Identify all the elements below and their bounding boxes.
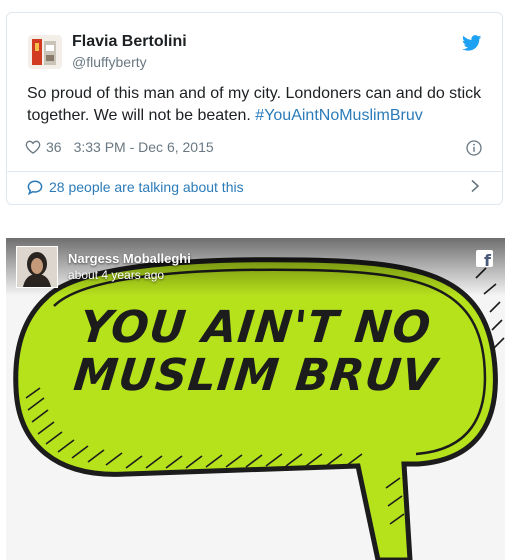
graphic-line-1: YOU AIN'T NO <box>77 302 434 353</box>
author-name[interactable]: Nargess Moballeghi <box>68 251 191 266</box>
author-avatar[interactable] <box>16 246 58 288</box>
user-handle[interactable]: @fluffyberty <box>72 54 147 70</box>
tweet-card: Flavia Bertolini @fluffyberty So proud o… <box>6 12 503 205</box>
like-count[interactable]: 36 <box>46 139 62 155</box>
twitter-bird-icon[interactable] <box>462 35 482 51</box>
heart-icon[interactable] <box>25 140 41 154</box>
tweet-timestamp[interactable]: 3:33 PM - Dec 6, 2015 <box>74 139 214 155</box>
facebook-icon[interactable]: f <box>476 250 493 267</box>
hashtag-link[interactable]: #YouAintNoMuslimBruv <box>255 107 422 124</box>
speech-bubble-icon <box>27 179 43 195</box>
post-time[interactable]: about 4 years ago <box>68 268 164 282</box>
talking-about-link[interactable]: 28 people are talking about this <box>27 177 482 197</box>
tweet-text: So proud of this man and of my city. Lon… <box>27 83 487 127</box>
avatar[interactable] <box>28 35 62 69</box>
graphic-line-2: MUSLIM BRUV <box>71 350 440 401</box>
info-icon[interactable] <box>466 140 482 156</box>
tweet-meta: 36 3:33 PM - Dec 6, 2015 <box>25 139 214 155</box>
media-header-overlay <box>6 238 505 296</box>
display-name[interactable]: Flavia Bertolini <box>72 33 187 51</box>
facebook-media-card[interactable]: YOU AIN'T NO MUSLIM BRUV Nargess Moballe… <box>6 238 505 560</box>
chevron-right-icon <box>471 179 480 193</box>
divider <box>7 171 502 172</box>
talking-about-label: 28 people are talking about this <box>49 179 244 195</box>
